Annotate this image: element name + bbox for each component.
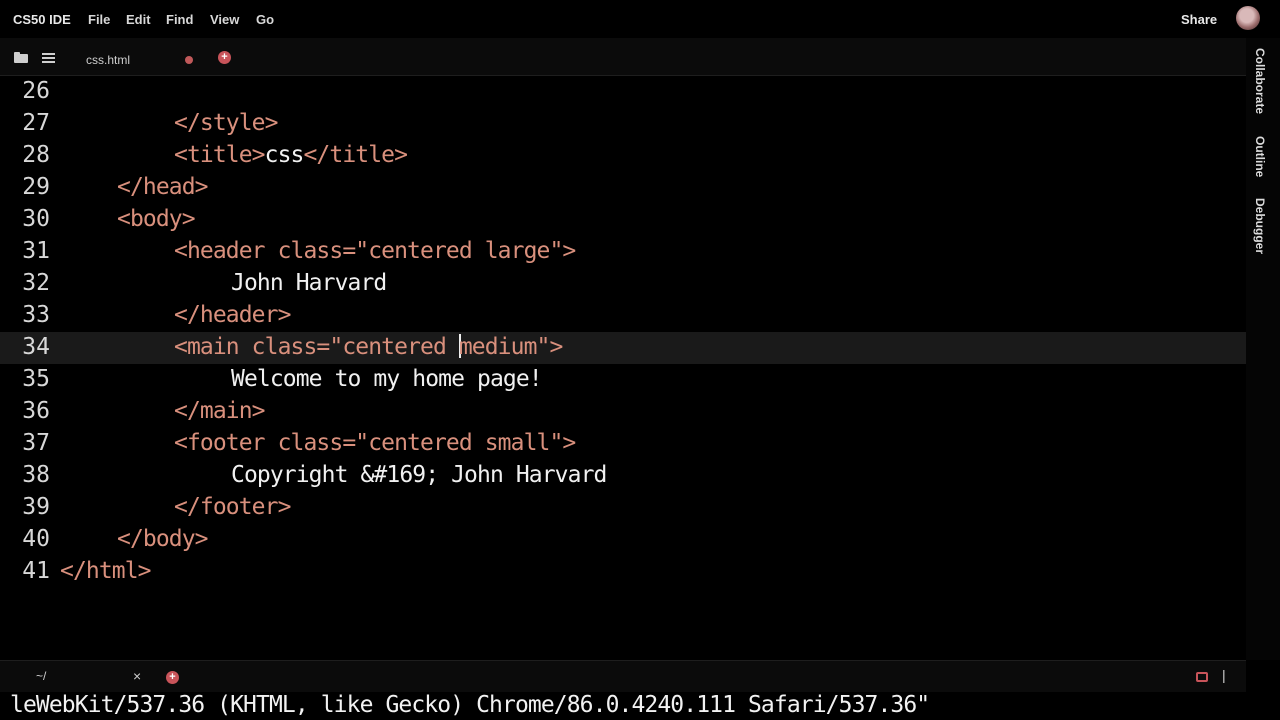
avatar[interactable] xyxy=(1236,6,1260,30)
code-text: <title>css</title> xyxy=(174,142,408,168)
menu-find[interactable]: Find xyxy=(166,12,193,27)
html-tag-token: <header class="centered large"> xyxy=(174,238,576,264)
new-terminal-plus-icon[interactable]: + xyxy=(166,671,179,684)
line-number: 34 xyxy=(22,334,50,360)
html-tag-token: </main> xyxy=(174,398,266,424)
html-tag-token: </html> xyxy=(60,558,152,584)
terminal-menu-icon[interactable]: | xyxy=(1222,667,1226,683)
html-tag-token: </style> xyxy=(174,110,278,136)
menu-bar: CS50 IDE File Edit Find View Go Share xyxy=(0,0,1280,38)
terminal-tab[interactable]: ~/ xyxy=(36,669,46,683)
app-brand[interactable]: CS50 IDE xyxy=(13,12,71,27)
folder-icon[interactable] xyxy=(14,52,28,63)
tab-title: css.html xyxy=(86,53,131,67)
line-number: 37 xyxy=(22,430,50,456)
code-editor[interactable]: 26 27 </style> 28 <title>css</title> 29 </head… xyxy=(0,76,1246,660)
code-text: <body> xyxy=(117,206,196,232)
code-text: </header> xyxy=(174,302,291,328)
code-text: </body> xyxy=(117,526,209,552)
code-line[interactable]: 41 </html> xyxy=(0,556,1246,588)
code-text: <header class="centered large"> xyxy=(174,238,576,264)
code-line[interactable]: 38 Copyright &#169; John Harvard xyxy=(0,460,1246,492)
html-tag-token: <body> xyxy=(117,206,196,232)
code-line[interactable]: 26 xyxy=(0,76,1246,108)
code-line[interactable]: 40 </body> xyxy=(0,524,1246,556)
tab-bar: css.html + xyxy=(0,38,1246,76)
close-icon[interactable]: × xyxy=(133,668,141,684)
unsaved-dot-icon[interactable] xyxy=(185,56,193,64)
line-number: 29 xyxy=(22,174,50,200)
code-line[interactable]: 37 <footer class="centered small"> xyxy=(0,428,1246,460)
html-tag-token: </head> xyxy=(117,174,209,200)
code-line[interactable]: 29 </head> xyxy=(0,172,1246,204)
text-token: Copyright &#169; John Harvard xyxy=(231,462,607,488)
html-tag-token: </body> xyxy=(117,526,209,552)
line-number: 31 xyxy=(22,238,50,264)
menu-view[interactable]: View xyxy=(210,12,239,27)
line-number: 39 xyxy=(22,494,50,520)
code-text: </style> xyxy=(174,110,278,136)
code-text: Copyright &#169; John Harvard xyxy=(231,462,607,488)
line-number: 36 xyxy=(22,398,50,424)
text-token: John Harvard xyxy=(231,270,387,296)
code-line[interactable]: 31 <header class="centered large"> xyxy=(0,236,1246,268)
line-number: 35 xyxy=(22,366,50,392)
code-line[interactable]: 35 Welcome to my home page! xyxy=(0,364,1246,396)
debugger-tab[interactable]: Debugger xyxy=(1253,198,1267,254)
line-number: 32 xyxy=(22,270,50,296)
code-text: </head> xyxy=(117,174,209,200)
html-tag-token: <footer class="centered small"> xyxy=(174,430,576,456)
terminal-panel[interactable]: leWebKit/537.36 (KHTML, like Gecko) Chro… xyxy=(0,692,1280,720)
menu-file[interactable]: File xyxy=(88,12,110,27)
outline-tab[interactable]: Outline xyxy=(1253,136,1267,177)
line-number: 33 xyxy=(22,302,50,328)
text-token: css xyxy=(264,142,305,168)
text-token: Welcome to my home page! xyxy=(231,366,543,392)
menu-edit[interactable]: Edit xyxy=(126,12,151,27)
menu-go[interactable]: Go xyxy=(256,12,274,27)
right-side-panel: Collaborate Outline Debugger xyxy=(1246,38,1280,660)
code-text: John Harvard xyxy=(231,270,387,296)
html-tag-token: </footer> xyxy=(174,494,291,520)
html-tag-token: </title> xyxy=(303,142,408,168)
line-number: 41 xyxy=(22,558,50,584)
html-tag-token: <main class="centered xyxy=(174,334,459,360)
terminal-tab-bar: ~/ × + | xyxy=(0,660,1246,692)
code-line[interactable]: 34 <main class="centered medium"> xyxy=(0,332,1246,364)
code-line[interactable]: 30 <body> xyxy=(0,204,1246,236)
line-number: 27 xyxy=(22,110,50,136)
code-text: <footer class="centered small"> xyxy=(174,430,576,456)
code-line[interactable]: 28 <title>css</title> xyxy=(0,140,1246,172)
collaborate-tab[interactable]: Collaborate xyxy=(1253,48,1267,114)
code-text: </html> xyxy=(60,558,152,584)
share-button[interactable]: Share xyxy=(1181,12,1217,27)
html-tag-token: <title> xyxy=(174,142,266,168)
code-line[interactable]: 36 </main> xyxy=(0,396,1246,428)
code-line[interactable]: 32 John Harvard xyxy=(0,268,1246,300)
code-line[interactable]: 27 </style> xyxy=(0,108,1246,140)
code-line[interactable]: 39 </footer> xyxy=(0,492,1246,524)
line-number: 28 xyxy=(22,142,50,168)
code-text: </footer> xyxy=(174,494,291,520)
code-text: </main> xyxy=(174,398,266,424)
code-text: <main class="centered medium"> xyxy=(174,334,563,360)
list-icon[interactable] xyxy=(42,52,56,63)
line-number: 38 xyxy=(22,462,50,488)
line-number: 26 xyxy=(22,78,50,104)
maximize-icon[interactable] xyxy=(1196,672,1208,682)
terminal-output: leWebKit/537.36 (KHTML, like Gecko) Chro… xyxy=(10,692,930,718)
code-text: Welcome to my home page! xyxy=(231,366,543,392)
code-line[interactable]: 33 </header> xyxy=(0,300,1246,332)
line-number: 30 xyxy=(22,206,50,232)
html-tag-token: </header> xyxy=(174,302,291,328)
new-tab-plus-icon[interactable]: + xyxy=(218,51,231,64)
tab-css-html[interactable]: css.html xyxy=(68,38,208,76)
line-number: 40 xyxy=(22,526,50,552)
html-tag-token: medium"> xyxy=(458,334,563,360)
